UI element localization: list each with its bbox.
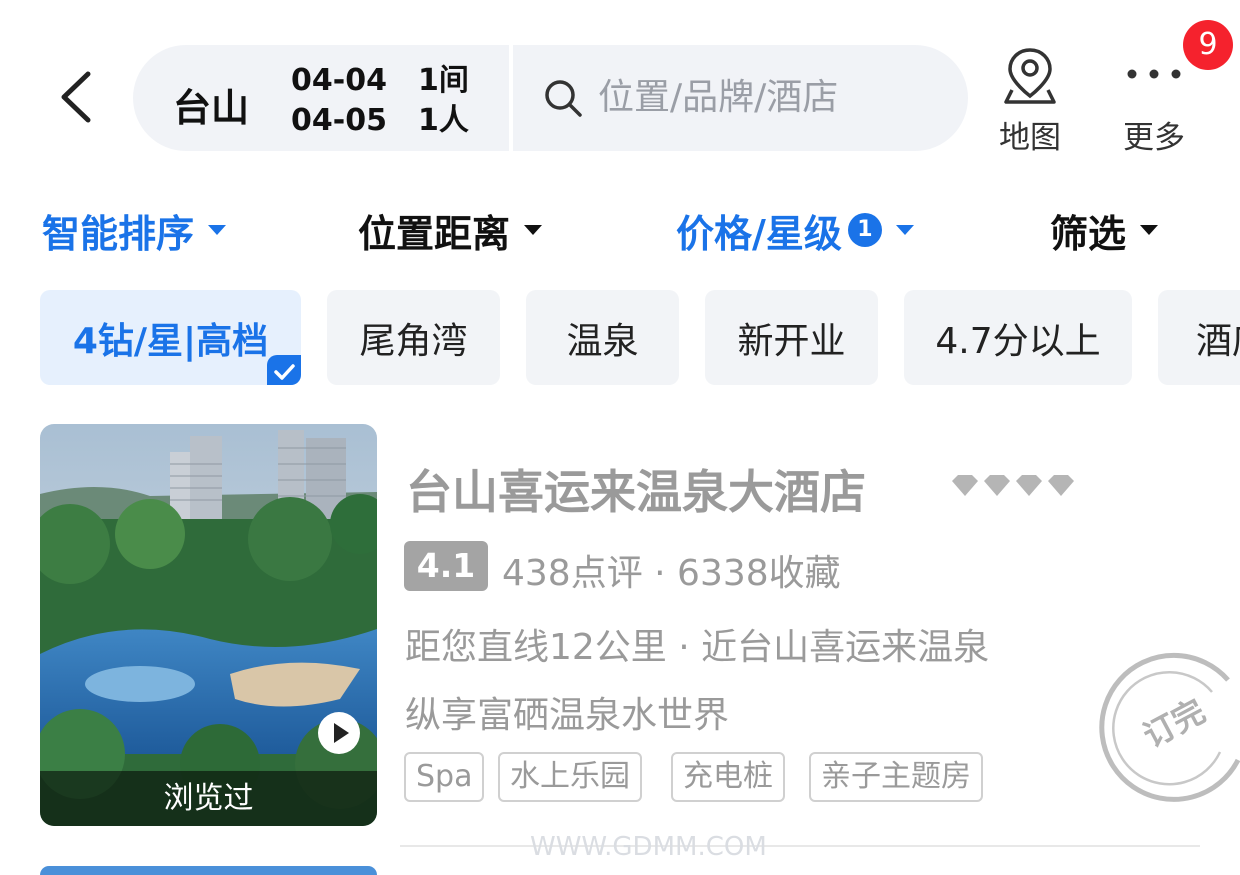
check-icon [267,355,301,385]
tag-spa: Spa [404,752,485,802]
checkin-date: 04-04 [291,63,387,98]
hotel-thumbnail[interactable]: 浏览过 [40,424,377,826]
checkout-date: 04-05 [291,103,387,138]
chip-4-diamond[interactable]: 4钻/星|高档 [40,290,301,385]
search-icon [545,80,582,117]
tab-filter[interactable]: 筛选 [1050,200,1159,260]
date-range[interactable]: 04-04 04-05 [291,61,387,141]
tag-water-park: 水上乐园 [498,752,642,802]
hotel-slogan: 纵享富硒温泉水世界 [405,695,730,736]
caret-down-icon [895,225,914,235]
sold-out-stamp: 订完 [1099,652,1240,802]
tab-sort-label: 智能排序 [42,211,195,256]
room-guest-selector[interactable]: 1间 1人 [418,61,469,141]
chip-rating-4-7[interactable]: 4.7分以上 [904,290,1132,385]
caret-down-icon [208,225,227,235]
pill-divider [509,45,513,151]
chip-hot-spring[interactable]: 温泉 [526,290,679,385]
score-badge: 4.1 [404,541,488,591]
more-dots-icon [1127,69,1181,79]
tag-charging: 充电桩 [671,752,785,802]
guest-count: 1人 [418,103,469,138]
chip-label: 4.7分以上 [935,320,1101,362]
watermark: WWW.GDMM.COM [530,832,767,862]
search-input[interactable] [598,69,938,125]
tab-filter-label: 筛选 [1050,211,1127,256]
chip-newly-opened[interactable]: 新开业 [705,290,878,385]
more-label: 更多 [1123,120,1185,156]
city-label[interactable]: 台山 [173,77,249,132]
hotel-name[interactable]: 台山喜运来温泉大酒店 [406,456,866,522]
distance-info: 距您直线12公里 · 近台山喜运来温泉 [405,627,990,668]
card-divider [400,845,1200,847]
chip-label: 新开业 [737,320,846,362]
chip-label: 温泉 [566,320,639,362]
chip-hotel[interactable]: 酒店 [1158,290,1240,385]
filter-count-badge: 1 [847,213,882,247]
hotel-photo [40,424,377,826]
tab-location-label: 位置距离 [358,211,511,256]
map-button[interactable]: 地图 [990,44,1070,156]
sold-out-text: 订完 [1137,692,1211,756]
viewed-label: 浏览过 [40,771,377,826]
chevron-left-icon [61,71,91,123]
caret-down-icon [1140,225,1159,235]
tag-family-room: 亲子主题房 [809,752,983,802]
play-video-icon[interactable] [318,712,360,754]
chip-label: 酒店 [1196,320,1240,362]
map-pin-icon [1004,48,1056,104]
next-hotel-thumbnail[interactable] [40,866,377,875]
chip-label: 尾角湾 [359,320,468,362]
search-bar: 台山 04-04 04-05 1间 1人 [133,45,968,151]
tab-sort[interactable]: 智能排序 [42,200,227,260]
chip-weijiao-bay[interactable]: 尾角湾 [327,290,500,385]
tab-location[interactable]: 位置距离 [358,200,543,260]
tab-price-star-label: 价格/星级 [676,211,842,256]
back-button[interactable] [50,62,110,132]
chip-label: 4钻/星|高档 [72,320,269,362]
notification-badge: 9 [1183,20,1233,70]
map-label: 地图 [999,120,1061,156]
diamond-rating-icon [952,475,1074,496]
review-summary: 438点评 · 6338收藏 [502,553,841,594]
tab-price-star[interactable]: 价格/星级 1 [676,200,914,260]
caret-down-icon [524,225,543,235]
room-count: 1间 [418,63,469,98]
